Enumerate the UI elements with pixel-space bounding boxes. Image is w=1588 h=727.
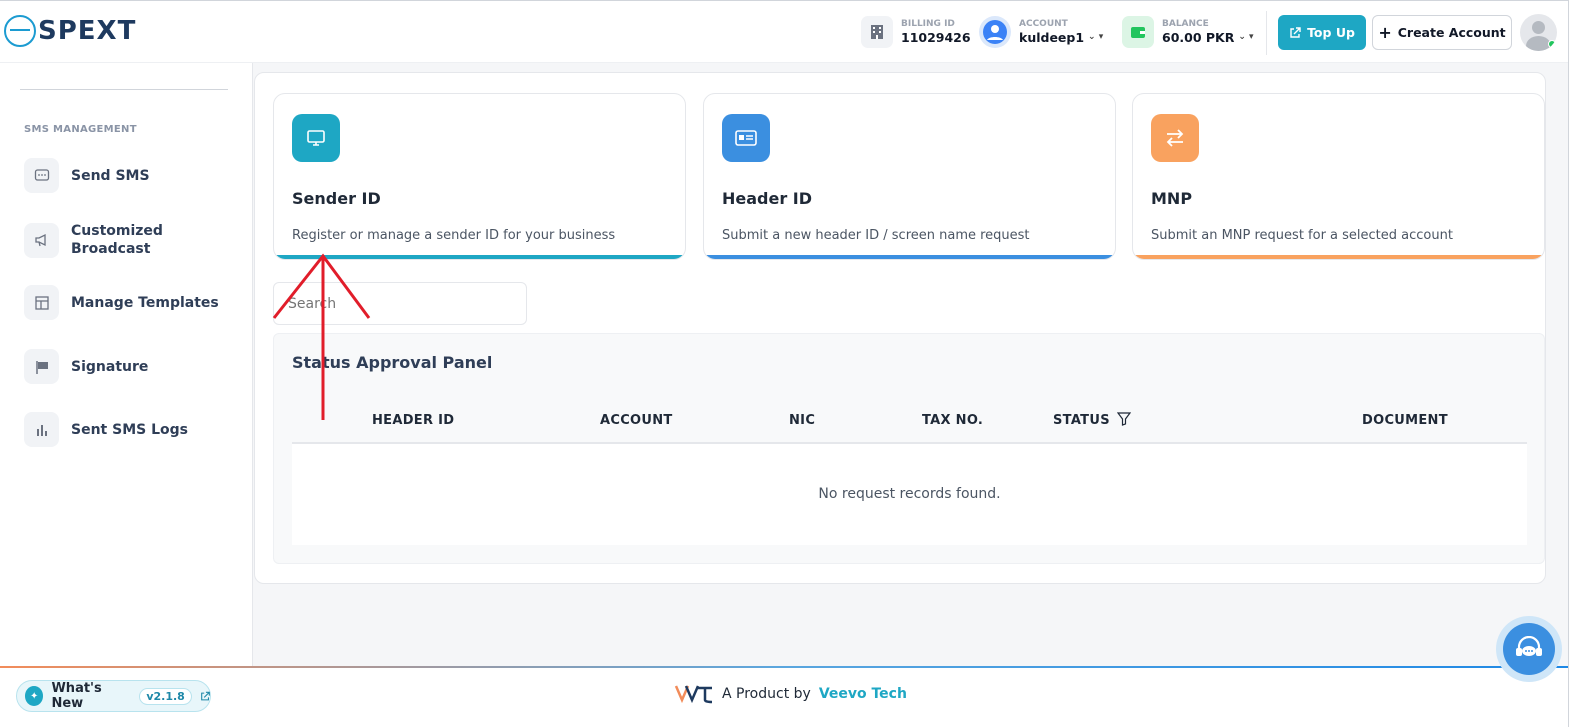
- sidebar-section-title: SMS MANAGEMENT: [24, 124, 137, 135]
- top-up-button[interactable]: Top Up: [1278, 15, 1366, 50]
- status-table: HEADER ID ACCOUNT NIC TAX NO. STATUS DOC…: [292, 398, 1527, 545]
- product-credit: A Product by Veevo Tech: [674, 680, 907, 708]
- card-title: Sender ID: [292, 189, 381, 208]
- sidebar-item-send-sms[interactable]: Send SMS: [24, 158, 221, 193]
- header-divider: [1266, 11, 1267, 55]
- whats-new-label: What's New: [51, 681, 102, 711]
- avatar[interactable]: [1520, 14, 1557, 51]
- card-header-id[interactable]: Header ID Submit a new header ID / scree…: [703, 93, 1116, 260]
- card-accent-bar: [704, 255, 1115, 259]
- sidebar-item-customized-broadcast[interactable]: Customized Broadcast: [24, 222, 221, 258]
- megaphone-icon: [24, 222, 59, 258]
- wallet-icon: [1122, 16, 1154, 48]
- top-header: SPEXT BILLING ID 11029426 ACCOUNT kuldee…: [0, 0, 1568, 63]
- product-prefix: A Product by: [722, 686, 811, 702]
- card-sender-id[interactable]: Sender ID Register or manage a sender ID…: [273, 93, 686, 260]
- swap-icon: [1151, 114, 1199, 162]
- status-column-label: STATUS: [1053, 413, 1110, 428]
- create-account-button[interactable]: + Create Account: [1372, 15, 1512, 50]
- logo-mark-icon: [4, 15, 36, 47]
- filter-icon[interactable]: [1116, 412, 1131, 426]
- create-account-label: Create Account: [1397, 25, 1506, 40]
- card-description: Register or manage a sender ID for your …: [292, 228, 616, 243]
- user-icon: [979, 16, 1011, 48]
- sidebar-item-label: Sent SMS Logs: [71, 421, 188, 438]
- app-logo[interactable]: SPEXT: [4, 15, 136, 47]
- annotation-arrow: [272, 253, 371, 420]
- headset-icon: [1503, 623, 1555, 675]
- chart-icon: [24, 412, 59, 447]
- billing-id-label: BILLING ID: [901, 19, 955, 29]
- table-header: HEADER ID ACCOUNT NIC TAX NO. STATUS DOC…: [292, 398, 1527, 444]
- account-label: ACCOUNT: [1019, 19, 1068, 29]
- footer: ✦ What's New v2.1.8 A Product by Veevo T…: [0, 666, 1588, 727]
- external-link-icon: [1290, 26, 1301, 38]
- template-icon: [24, 285, 59, 320]
- online-status-dot: [1548, 40, 1556, 48]
- billing-id-info: BILLING ID 11029426: [861, 16, 971, 48]
- card-description: Submit an MNP request for a selected acc…: [1151, 228, 1453, 243]
- plus-icon: +: [1378, 23, 1392, 42]
- card-title: MNP: [1151, 189, 1193, 208]
- column-header-tax-no[interactable]: TAX NO.: [922, 413, 983, 428]
- balance-info[interactable]: BALANCE 60.00 PKR ⌄ ▾: [1122, 16, 1254, 48]
- whats-new-button[interactable]: ✦ What's New v2.1.8: [16, 680, 211, 712]
- logo-text: SPEXT: [38, 16, 137, 46]
- sidebar-item-label: Send SMS: [71, 167, 150, 184]
- chevron-down-icon[interactable]: ⌄ ▾: [1238, 30, 1253, 45]
- veevo-tech-logo-icon: [674, 685, 713, 704]
- sidebar-item-label: Customized Broadcast: [71, 223, 163, 257]
- scrollbar-track[interactable]: [1568, 0, 1588, 727]
- top-up-label: Top Up: [1307, 25, 1355, 40]
- column-header-document[interactable]: DOCUMENT: [1362, 413, 1448, 428]
- card-title: Header ID: [722, 189, 813, 208]
- sidebar-item-manage-templates[interactable]: Manage Templates: [24, 285, 221, 320]
- balance-label: BALANCE: [1162, 19, 1209, 29]
- column-header-account[interactable]: ACCOUNT: [600, 413, 673, 428]
- sidebar-item-label: Manage Templates: [71, 294, 219, 311]
- column-header-nic[interactable]: NIC: [789, 413, 815, 428]
- product-brand-link[interactable]: Veevo Tech: [819, 686, 907, 702]
- sparkle-icon: ✦: [25, 686, 44, 706]
- monitor-icon: [292, 114, 340, 162]
- id-card-icon: [722, 114, 770, 162]
- external-link-icon: [200, 691, 210, 700]
- sidebar: SMS MANAGEMENT Send SMS Customized Broad…: [0, 63, 253, 666]
- column-header-status[interactable]: STATUS: [1053, 412, 1131, 428]
- column-header-header-id[interactable]: HEADER ID: [372, 413, 454, 428]
- account-value: kuldeep1: [1019, 30, 1085, 45]
- empty-state-text: No request records found.: [818, 486, 1001, 502]
- balance-value: 60.00 PKR: [1162, 30, 1235, 45]
- sidebar-divider: [20, 89, 228, 90]
- account-selector[interactable]: ACCOUNT kuldeep1 ⌄ ▾: [979, 16, 1103, 48]
- flag-icon: [24, 349, 59, 384]
- version-badge: v2.1.8: [139, 687, 192, 705]
- sidebar-item-signature[interactable]: Signature: [24, 349, 221, 384]
- message-icon: [24, 158, 59, 193]
- card-mnp[interactable]: MNP Submit an MNP request for a selected…: [1132, 93, 1545, 260]
- chevron-down-icon[interactable]: ⌄ ▾: [1088, 30, 1103, 45]
- card-description: Submit a new header ID / screen name req…: [722, 228, 1030, 243]
- support-chat-button[interactable]: [1496, 616, 1562, 682]
- building-icon: [861, 16, 893, 48]
- billing-id-value: 11029426: [901, 30, 971, 45]
- footer-gradient-line: [0, 666, 1568, 668]
- sidebar-item-sent-sms-logs[interactable]: Sent SMS Logs: [24, 412, 221, 447]
- card-accent-bar: [1133, 255, 1544, 259]
- sidebar-item-label: Signature: [71, 358, 149, 375]
